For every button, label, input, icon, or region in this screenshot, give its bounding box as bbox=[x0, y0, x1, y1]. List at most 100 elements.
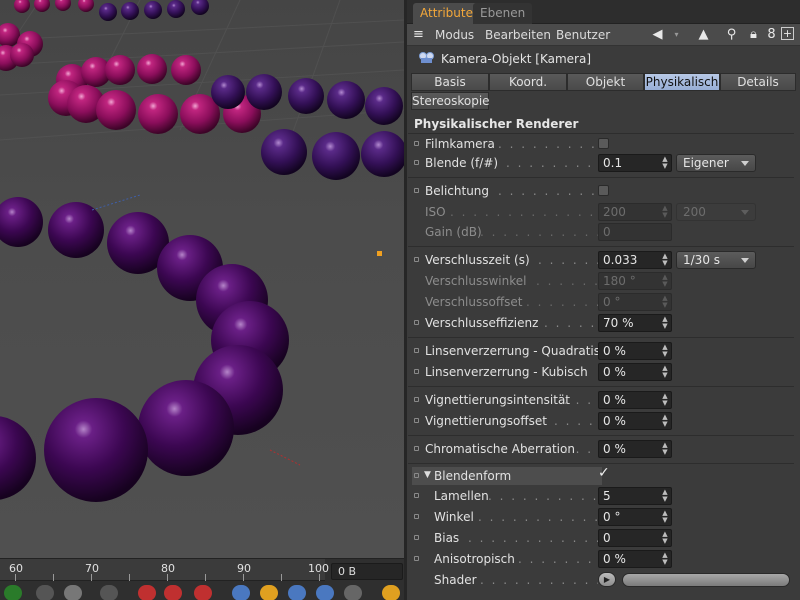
tab-ebenen[interactable]: Ebenen bbox=[473, 3, 533, 24]
tab-basis[interactable]: Basis bbox=[411, 73, 489, 91]
input-verschlussoffset[interactable]: 0 ° ▲ ▼ bbox=[598, 293, 672, 311]
chevron-down-icon[interactable]: ▾ bbox=[669, 27, 684, 42]
row-blendenform[interactable]: ▼ Blendenform ✓ bbox=[414, 465, 798, 486]
input-verschlusswinkel[interactable]: 180 ° ▲ ▼ bbox=[598, 272, 672, 290]
check-icon[interactable]: ✓ bbox=[598, 465, 610, 481]
input-verschlusseffizienz[interactable]: 70 % ▲ ▼ bbox=[598, 314, 672, 332]
row-gain: Gain (dB) . . . . . . . . . . . . . . . … bbox=[414, 222, 798, 242]
param-bullet[interactable] bbox=[414, 141, 419, 146]
add-icon[interactable]: + bbox=[781, 27, 794, 40]
input-vignettierungsoffset[interactable]: 0 % ▲ ▼ bbox=[598, 412, 672, 430]
input-blende[interactable]: 0.1 ▲ ▼ bbox=[598, 154, 672, 172]
tab-objekt[interactable]: Objekt bbox=[567, 73, 644, 91]
label-belichtung: Belichtung bbox=[425, 184, 490, 198]
timeline-ruler[interactable]: 60 70 80 90 100 bbox=[0, 559, 329, 581]
menu-bar: ≡ Modus Bearbeiten Benutzer ◀ ▾ ▲ ⚲ 🔒︎ 8… bbox=[407, 24, 800, 46]
input-anisotropisch[interactable]: 0 % ▲ ▼ bbox=[598, 550, 672, 568]
input-lamellen[interactable]: 5 ▲ ▼ bbox=[598, 487, 672, 505]
keyframe-button[interactable] bbox=[194, 585, 212, 600]
label-bias: Bias bbox=[434, 531, 460, 545]
label-linsen-quadratisch: Linsenverzerrung - Quadratisch bbox=[425, 344, 615, 358]
tick-label: 80 bbox=[161, 562, 175, 575]
back-arrow-icon[interactable]: ◀ bbox=[650, 27, 665, 42]
label-vignettierungsintensitaet: Vignettierungsintensität bbox=[425, 393, 571, 407]
menu-benutzer[interactable]: Benutzer bbox=[556, 28, 610, 42]
timeline-menu-button[interactable] bbox=[382, 585, 400, 600]
pla-key-button[interactable] bbox=[344, 585, 362, 600]
label-vignettierungsoffset: Vignettierungsoffset bbox=[425, 414, 547, 428]
param-bullet[interactable] bbox=[414, 320, 419, 325]
row-verschlusseffizienz: Verschlusseffizienz . . . . . . . 70 %▲▼ bbox=[414, 313, 798, 333]
param-bullet[interactable] bbox=[414, 397, 419, 402]
input-bias[interactable]: 0 ▲ ▼ bbox=[598, 529, 672, 547]
cursor-icon[interactable]: ▲ bbox=[696, 27, 711, 42]
input-vignettierungsintensitaet[interactable]: 0 % ▲ ▼ bbox=[598, 391, 672, 409]
param-bullet[interactable] bbox=[414, 446, 419, 451]
menu-bearbeiten[interactable]: Bearbeiten bbox=[485, 28, 551, 42]
input-winkel[interactable]: 0 ° ▲ ▼ bbox=[598, 508, 672, 526]
menu-modus[interactable]: Modus bbox=[435, 28, 474, 42]
param-bullet[interactable] bbox=[414, 257, 419, 262]
expand-triangle-icon[interactable]: ▼ bbox=[424, 470, 431, 480]
section-title: Physikalischer Renderer bbox=[414, 117, 579, 131]
step-button[interactable] bbox=[36, 585, 54, 600]
frame-field[interactable]: 0 B bbox=[331, 563, 403, 580]
shader-menu-button[interactable]: ▶ bbox=[598, 572, 616, 587]
next-button[interactable] bbox=[100, 585, 118, 600]
param-bullet[interactable] bbox=[414, 369, 419, 374]
record-button[interactable] bbox=[138, 585, 156, 600]
play-button[interactable] bbox=[4, 585, 22, 600]
dropdown-verschlusszeit[interactable]: 1/30 s bbox=[676, 251, 756, 269]
param-bullet[interactable] bbox=[414, 160, 419, 165]
input-iso[interactable]: 200 ▲ ▼ bbox=[598, 203, 672, 221]
row-verschlusswinkel: Verschlusswinkel . . . . . . . . 180 °▲▼ bbox=[414, 271, 798, 291]
dropdown-blende[interactable]: Eigener bbox=[676, 154, 756, 172]
param-key-button[interactable] bbox=[316, 585, 334, 600]
hierarchy-icon[interactable]: 8 bbox=[764, 27, 779, 42]
camera-marker-icon bbox=[377, 251, 382, 256]
input-verschlusszeit[interactable]: 0.033 ▲ ▼ bbox=[598, 251, 672, 269]
tab-attribute[interactable]: Attribute bbox=[413, 3, 480, 24]
dropdown-iso[interactable]: 200 bbox=[676, 203, 756, 221]
tab-details[interactable]: Details bbox=[720, 73, 796, 91]
param-bullet[interactable] bbox=[414, 514, 419, 519]
loop-button[interactable] bbox=[64, 585, 82, 600]
param-bullet[interactable] bbox=[414, 418, 419, 423]
object-title: Kamera-Objekt [Kamera] bbox=[441, 52, 592, 66]
shader-slot[interactable] bbox=[622, 573, 790, 587]
tab-koord[interactable]: Koord. bbox=[489, 73, 567, 91]
object-header: Kamera-Objekt [Kamera] bbox=[407, 46, 800, 70]
input-gain[interactable]: 0 bbox=[598, 223, 672, 241]
timeline[interactable]: 60 70 80 90 100 0 B bbox=[0, 558, 404, 600]
input-linsen-quadratisch[interactable]: 0 % ▲ ▼ bbox=[598, 342, 672, 360]
tab-stereoskopie[interactable]: Stereoskopie bbox=[411, 92, 490, 110]
lock-icon[interactable]: 🔒︎ bbox=[746, 27, 761, 42]
checkbox-filmkamera[interactable] bbox=[598, 138, 609, 149]
rotate-key-button[interactable] bbox=[288, 585, 306, 600]
tick-label: 90 bbox=[237, 562, 251, 575]
row-linsen-quadratisch: Linsenverzerrung - Quadratisch 0 % ▲ ▼ bbox=[414, 341, 798, 361]
label-gain: Gain (dB) bbox=[425, 225, 482, 239]
hamburger-icon[interactable]: ≡ bbox=[411, 27, 426, 42]
input-linsen-kubisch[interactable]: 0 % ▲ ▼ bbox=[598, 363, 672, 381]
param-bullet[interactable] bbox=[414, 493, 419, 498]
viewport[interactable] bbox=[0, 0, 404, 558]
input-chromatische-aberration[interactable]: 0 % ▲ ▼ bbox=[598, 440, 672, 458]
autokey-button[interactable] bbox=[164, 585, 182, 600]
row-verschlusszeit: Verschlusszeit (s) . . . . . . . . 0.033… bbox=[414, 250, 798, 270]
row-bias: Bias . . . . . . . . . . . . . . . . 0▲▼ bbox=[414, 528, 798, 548]
checkbox-belichtung[interactable] bbox=[598, 185, 609, 196]
tab-physikalisch[interactable]: Physikalisch bbox=[644, 73, 720, 91]
label-verschlussoffset: Verschlussoffset bbox=[425, 295, 523, 309]
move-key-button[interactable] bbox=[232, 585, 250, 600]
label-verschlusseffizienz: Verschlusseffizienz bbox=[425, 316, 539, 330]
param-bullet[interactable] bbox=[414, 473, 419, 478]
search-icon[interactable]: ⚲ bbox=[724, 27, 739, 42]
param-bullet[interactable] bbox=[414, 556, 419, 561]
param-bullet[interactable] bbox=[414, 348, 419, 353]
row-winkel: Winkel . . . . . . . . . . . . . . . 0 °… bbox=[414, 507, 798, 527]
param-bullet[interactable] bbox=[414, 188, 419, 193]
scale-key-button[interactable] bbox=[260, 585, 278, 600]
param-bullet[interactable] bbox=[414, 535, 419, 540]
row-verschlussoffset: Verschlussoffset . . . . . . . . . 0 °▲▼ bbox=[414, 292, 798, 312]
